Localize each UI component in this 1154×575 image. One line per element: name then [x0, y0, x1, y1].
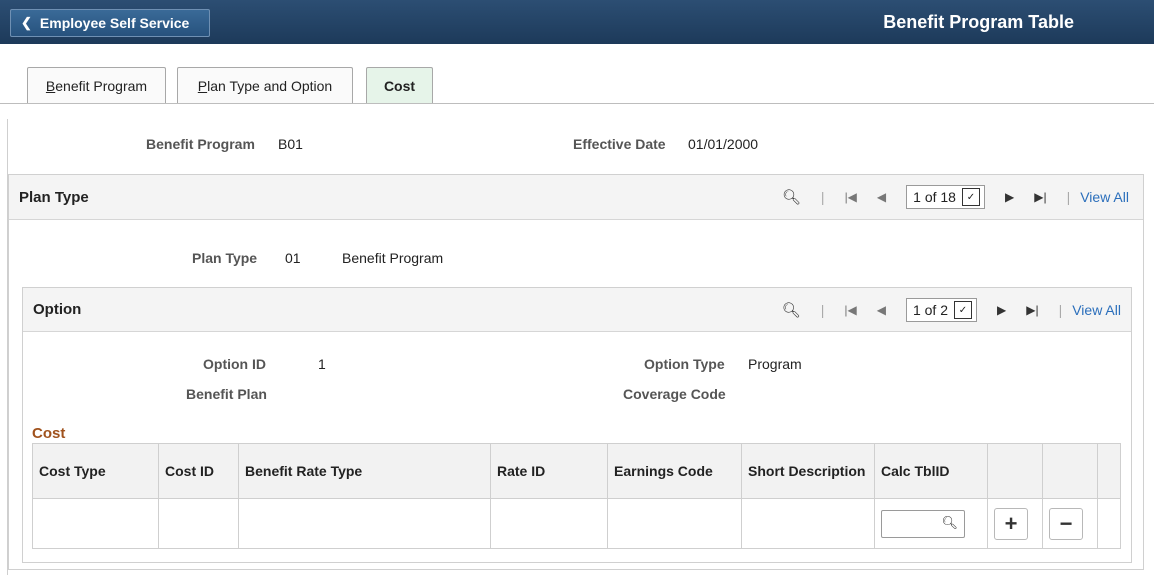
tab-plan-type-mnemonic: P	[197, 77, 208, 94]
col-earnings-code: Earnings Code	[607, 443, 742, 499]
cell-rate-id	[490, 498, 608, 549]
cell-add: +	[987, 498, 1043, 549]
col-cost-id: Cost ID	[158, 443, 239, 499]
col-short-description: Short Description	[741, 443, 875, 499]
col-filler	[1097, 443, 1121, 499]
first-page-icon[interactable]: |◀	[844, 303, 856, 317]
plan-type-description: Benefit Program	[342, 250, 444, 266]
search-icon[interactable]: 🔍︎	[941, 515, 958, 531]
chevron-down-icon: ✓	[961, 188, 980, 206]
search-icon[interactable]: 🔍︎	[782, 301, 801, 319]
tab-benefit-program-mnemonic: B	[45, 77, 56, 94]
cell-cost-type	[32, 498, 159, 549]
cell-calc-tblid: 🔍︎	[874, 498, 988, 549]
delete-row-button[interactable]: −	[1049, 507, 1083, 540]
plan-type-label: Plan Type	[192, 250, 258, 266]
col-rate-id: Rate ID	[490, 443, 608, 499]
previous-icon[interactable]: ◀	[877, 303, 886, 317]
cell-benefit-rate-type	[238, 498, 491, 549]
cell-cost-id	[158, 498, 239, 549]
tab-cost-label: Cost	[383, 77, 416, 94]
col-remove	[1042, 443, 1098, 499]
plan-type-row-select-value: 1 of 18	[913, 189, 956, 205]
plan-type-title: Plan Type	[19, 189, 89, 206]
next-icon[interactable]: ▶	[997, 303, 1006, 317]
page-title: Benefit Program Table	[883, 12, 1074, 32]
calc-tblid-input[interactable]: 🔍︎	[881, 509, 965, 538]
option-view-all-link[interactable]: View All	[1072, 302, 1121, 318]
tab-divider	[0, 103, 1154, 104]
chevron-left-icon: ❮	[21, 15, 32, 30]
top-banner: ❮ Employee Self Service Benefit Program …	[0, 0, 1154, 44]
option-type-label: Option Type	[644, 356, 725, 372]
option-type-value: Program	[748, 356, 802, 372]
plan-type-view-all-link[interactable]: View All	[1080, 189, 1129, 205]
next-icon[interactable]: ▶	[1005, 190, 1014, 204]
option-row-select-value: 1 of 2	[912, 302, 948, 318]
cost-grid-header: Cost Type Cost ID Benefit Rate Type Rate…	[32, 443, 1121, 499]
plan-type-header: Plan Type 🔍︎ | |◀ ◀ 1 of 18 ✓ ▶ ▶| | View…	[9, 175, 1143, 220]
last-page-icon[interactable]: ▶|	[1026, 303, 1038, 317]
separator: |	[820, 189, 825, 205]
coverage-code-label: Coverage Code	[623, 386, 726, 402]
option-id-label: Option ID	[203, 356, 266, 372]
separator: |	[820, 302, 825, 318]
tab-plan-type-label: lan Type and Option	[207, 77, 333, 94]
tab-cost[interactable]: Cost	[366, 67, 433, 103]
benefit-program-value: B01	[278, 136, 303, 152]
option-row-select[interactable]: 1 of 2 ✓	[905, 298, 977, 322]
col-cost-type: Cost Type	[32, 443, 159, 499]
search-icon[interactable]: 🔍︎	[782, 188, 801, 206]
cost-grid: Cost Type Cost ID Benefit Rate Type Rate…	[32, 443, 1121, 549]
back-button-label: Employee Self Service	[39, 15, 190, 31]
tab-benefit-program[interactable]: Benefit Program	[27, 67, 166, 103]
chevron-down-icon: ✓	[953, 301, 972, 319]
tab-plan-type-and-option[interactable]: Plan Type and Option	[177, 67, 353, 103]
last-page-icon[interactable]: ▶|	[1034, 190, 1046, 204]
benefit-plan-label: Benefit Plan	[186, 386, 267, 402]
option-pager: 🔍︎ | |◀ ◀ 1 of 2 ✓ ▶ ▶| | View All	[772, 298, 1121, 322]
option-header: Option 🔍︎ | |◀ ◀ 1 of 2 ✓ ▶ ▶| | View All	[23, 288, 1131, 332]
back-button[interactable]: ❮ Employee Self Service	[10, 9, 210, 37]
col-calc-tblid: Calc TblID	[874, 443, 988, 499]
table-row: 🔍︎ + −	[32, 498, 1121, 549]
tab-benefit-program-label: enefit Program	[55, 77, 148, 94]
separator: |	[1066, 189, 1071, 205]
col-benefit-rate-type: Benefit Rate Type	[238, 443, 491, 499]
plan-type-row-select[interactable]: 1 of 18 ✓	[906, 185, 985, 209]
option-id-value: 1	[318, 356, 326, 372]
effective-date-label: Effective Date	[573, 136, 666, 152]
add-row-button[interactable]: +	[994, 507, 1028, 540]
benefit-program-label: Benefit Program	[146, 136, 255, 152]
cell-short-description	[741, 498, 875, 549]
cell-filler	[1097, 498, 1121, 549]
effective-date-value: 01/01/2000	[688, 136, 759, 152]
plan-type-pager: 🔍︎ | |◀ ◀ 1 of 18 ✓ ▶ ▶| | View All	[772, 185, 1129, 209]
plan-type-code: 01	[285, 250, 301, 266]
option-title: Option	[33, 301, 82, 318]
previous-icon[interactable]: ◀	[877, 190, 886, 204]
cell-remove: −	[1042, 498, 1098, 549]
col-add	[987, 443, 1043, 499]
cell-earnings-code	[607, 498, 742, 549]
cost-section-title: Cost	[32, 425, 66, 442]
first-page-icon[interactable]: |◀	[845, 190, 857, 204]
separator: |	[1058, 302, 1063, 318]
